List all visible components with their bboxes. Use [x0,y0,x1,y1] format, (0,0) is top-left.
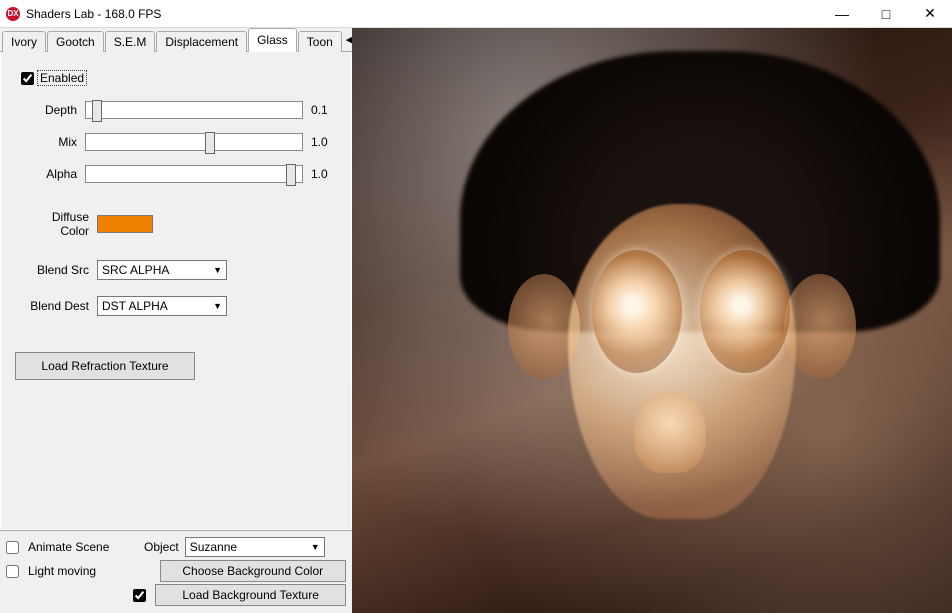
depth-label: Depth [21,103,85,117]
render-viewport[interactable] [352,28,952,613]
blend-dest-row: Blend Dest DST ALPHA ▼ [21,292,341,320]
blend-src-row: Blend Src SRC ALPHA ▼ [21,256,341,284]
depth-value: 0.1 [311,103,341,117]
object-select[interactable]: Suzanne ▼ [185,537,325,557]
maximize-button[interactable]: □ [864,0,908,27]
light-checkbox[interactable] [6,565,19,578]
depth-thumb[interactable] [92,100,102,122]
blend-dest-value: DST ALPHA [102,299,168,313]
load-refraction-button[interactable]: Load Refraction Texture [15,352,195,380]
viewport-eye-right [700,250,790,373]
alpha-row: Alpha 1.0 [21,160,341,188]
blend-dest-select[interactable]: DST ALPHA ▼ [97,296,227,316]
window-title: Shaders Lab - 168.0 FPS [26,7,820,21]
alpha-label: Alpha [21,167,85,181]
mix-row: Mix 1.0 [21,128,341,156]
bottom-row-1: Animate Scene Object Suzanne ▼ [6,535,346,559]
glass-panel: Enabled Depth 0.1 Mix 1.0 [0,52,352,530]
diffuse-color-label: Diffuse Color [21,210,97,238]
tab-toon[interactable]: Toon [298,31,342,52]
diffuse-color-swatch[interactable] [97,215,153,233]
tab-displacement[interactable]: Displacement [156,31,247,52]
animate-checkbox[interactable] [6,541,19,554]
viewport-eye-left [592,250,682,373]
depth-slider[interactable] [85,101,303,119]
enabled-checkbox[interactable] [21,72,34,85]
blend-src-select[interactable]: SRC ALPHA ▼ [97,260,227,280]
mix-value: 1.0 [311,135,341,149]
blend-src-value: SRC ALPHA [102,263,169,277]
mix-thumb[interactable] [205,132,215,154]
choose-bg-color-button[interactable]: Choose Background Color [160,560,347,582]
tab-ivory[interactable]: Ivory [2,31,46,52]
tab-glass[interactable]: Glass [248,28,297,52]
left-panel: Ivory Gootch S.E.M Displacement Glass To… [0,28,352,613]
close-button[interactable]: ✕ [908,0,952,27]
enabled-label: Enabled [37,70,87,86]
light-label: Light moving [28,564,133,578]
window-controls: ― □ ✕ [820,0,952,27]
mix-slider-wrap: 1.0 [85,133,341,151]
tabstrip: Ivory Gootch S.E.M Displacement Glass To… [0,28,352,52]
depth-slider-wrap: 0.1 [85,101,341,119]
titlebar: DX Shaders Lab - 168.0 FPS ― □ ✕ [0,0,952,28]
blend-src-label: Blend Src [21,263,97,277]
enabled-row: Enabled [21,64,341,92]
diffuse-color-row: Diffuse Color [21,210,341,238]
mix-label: Mix [21,135,85,149]
main-area: Ivory Gootch S.E.M Displacement Glass To… [0,28,952,613]
alpha-slider[interactable] [85,165,303,183]
minimize-button[interactable]: ― [820,0,864,27]
bottom-row-2: Light moving Choose Background Color [6,559,346,583]
tab-sem[interactable]: S.E.M [105,31,156,52]
app-icon: DX [6,7,20,21]
animate-label: Animate Scene [28,540,138,554]
bottom-row-3: Load Background Texture [6,583,346,607]
object-label: Object [144,540,179,554]
object-value: Suzanne [190,540,237,554]
alpha-slider-wrap: 1.0 [85,165,341,183]
alpha-value: 1.0 [311,167,341,181]
bg-texture-checkbox[interactable] [133,589,146,602]
viewport-nose [634,391,706,473]
chevron-down-icon: ▼ [213,301,222,311]
chevron-down-icon: ▼ [311,542,320,552]
tab-gootch[interactable]: Gootch [47,31,104,52]
depth-row: Depth 0.1 [21,96,341,124]
blend-dest-label: Blend Dest [21,299,97,313]
mix-slider[interactable] [85,133,303,151]
bottom-panel: Animate Scene Object Suzanne ▼ Light mov… [0,530,352,613]
alpha-thumb[interactable] [286,164,296,186]
load-bg-texture-button[interactable]: Load Background Texture [155,584,346,606]
chevron-down-icon: ▼ [213,265,222,275]
